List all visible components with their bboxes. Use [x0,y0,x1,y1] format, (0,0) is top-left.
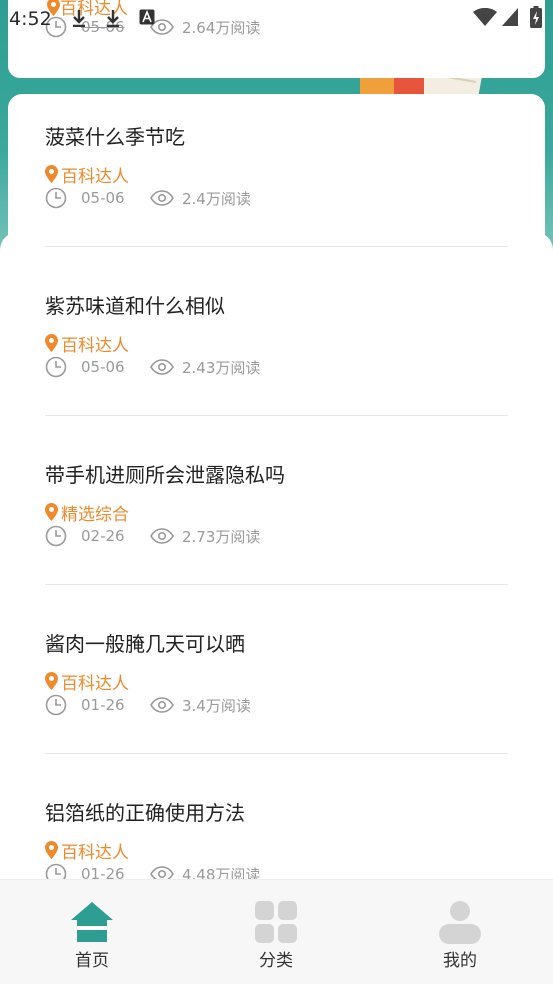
app-screen: 百科达人 05-06 2.64万阅读 4:52 菠菜什么季节吃 百科达人 05-… [0,0,553,984]
article-meta: 02-26 2.73万阅读 [45,525,260,547]
category-grid-icon [255,901,297,943]
list-divider [45,584,508,585]
list-divider [45,246,508,247]
article-source-label: 百科达人 [61,673,129,694]
bottom-navigation: 首页 分类 我的 [0,879,553,984]
article-views: 2.4万阅读 [182,189,251,208]
location-pin-icon [45,165,58,183]
clock-icon [45,694,67,716]
nav-tab-label: 分类 [259,951,293,971]
article-title: 铝箔纸的正确使用方法 [45,801,245,825]
clock-icon [45,356,67,378]
article-title: 酱肉一般腌几天可以晒 [45,632,245,656]
status-time: 4:52 [9,8,52,30]
eye-icon [150,190,174,206]
location-pin-icon [45,503,58,521]
nav-tab-home[interactable]: 首页 [32,880,152,980]
article-title: 带手机进厕所会泄露隐私吗 [45,463,285,487]
clock-icon [45,187,67,209]
translate-a-icon [139,9,155,25]
article-source: 百科达人 [45,332,129,356]
status-bar: 4:52 [0,0,553,36]
battery-charging-icon [530,6,542,28]
article-title: 菠菜什么季节吃 [45,125,185,149]
article-source-label: 百科达人 [61,335,129,356]
article-date: 01-26 [81,696,125,714]
nav-tab-label: 首页 [75,951,109,971]
cellular-signal-icon [502,8,518,26]
article-item[interactable]: 紫苏味道和什么相似 百科达人 05-06 2.43万阅读 [45,294,508,384]
eye-icon [150,697,174,713]
article-source-label: 百科达人 [61,166,129,187]
nav-tab-label: 我的 [443,951,477,971]
article-item[interactable]: 带手机进厕所会泄露隐私吗 精选综合 02-26 2.73万阅读 [45,463,508,553]
article-meta: 05-06 2.43万阅读 [45,356,260,378]
nav-tab-category[interactable]: 分类 [216,880,336,980]
article-item[interactable]: 酱肉一般腌几天可以晒 百科达人 01-26 3.4万阅读 [45,632,508,722]
location-pin-icon [45,672,58,690]
article-source-label: 百科达人 [61,842,129,863]
article-date: 05-06 [81,358,125,376]
article-views: 2.43万阅读 [182,358,261,377]
article-date: 02-26 [81,527,125,545]
list-divider [45,753,508,754]
article-item[interactable]: 铝箔纸的正确使用方法 百科达人 01-26 4.48万阅读 [45,801,508,891]
list-divider [45,415,508,416]
wifi-icon [473,8,497,26]
location-pin-icon [45,334,58,352]
eye-icon [150,359,174,375]
article-views: 3.4万阅读 [182,696,251,715]
article-source: 百科达人 [45,839,129,863]
article-views: 2.73万阅读 [182,527,261,546]
article-source-label: 精选综合 [61,504,129,525]
article-item[interactable]: 菠菜什么季节吃 百科达人 05-06 2.4万阅读 [45,125,508,215]
article-title: 紫苏味道和什么相似 [45,294,225,318]
nav-tab-mine[interactable]: 我的 [400,880,520,980]
article-source: 百科达人 [45,670,129,694]
article-meta: 05-06 2.4万阅读 [45,187,251,209]
home-icon [71,902,113,942]
article-date: 05-06 [81,189,125,207]
article-source: 百科达人 [45,163,129,187]
download-icon [73,10,85,27]
article-meta: 01-26 3.4万阅读 [45,694,251,716]
clock-icon [45,525,67,547]
download-icon [107,10,119,27]
location-pin-icon [45,841,58,859]
eye-icon [150,528,174,544]
article-source: 精选综合 [45,501,129,525]
profile-icon [439,901,481,944]
